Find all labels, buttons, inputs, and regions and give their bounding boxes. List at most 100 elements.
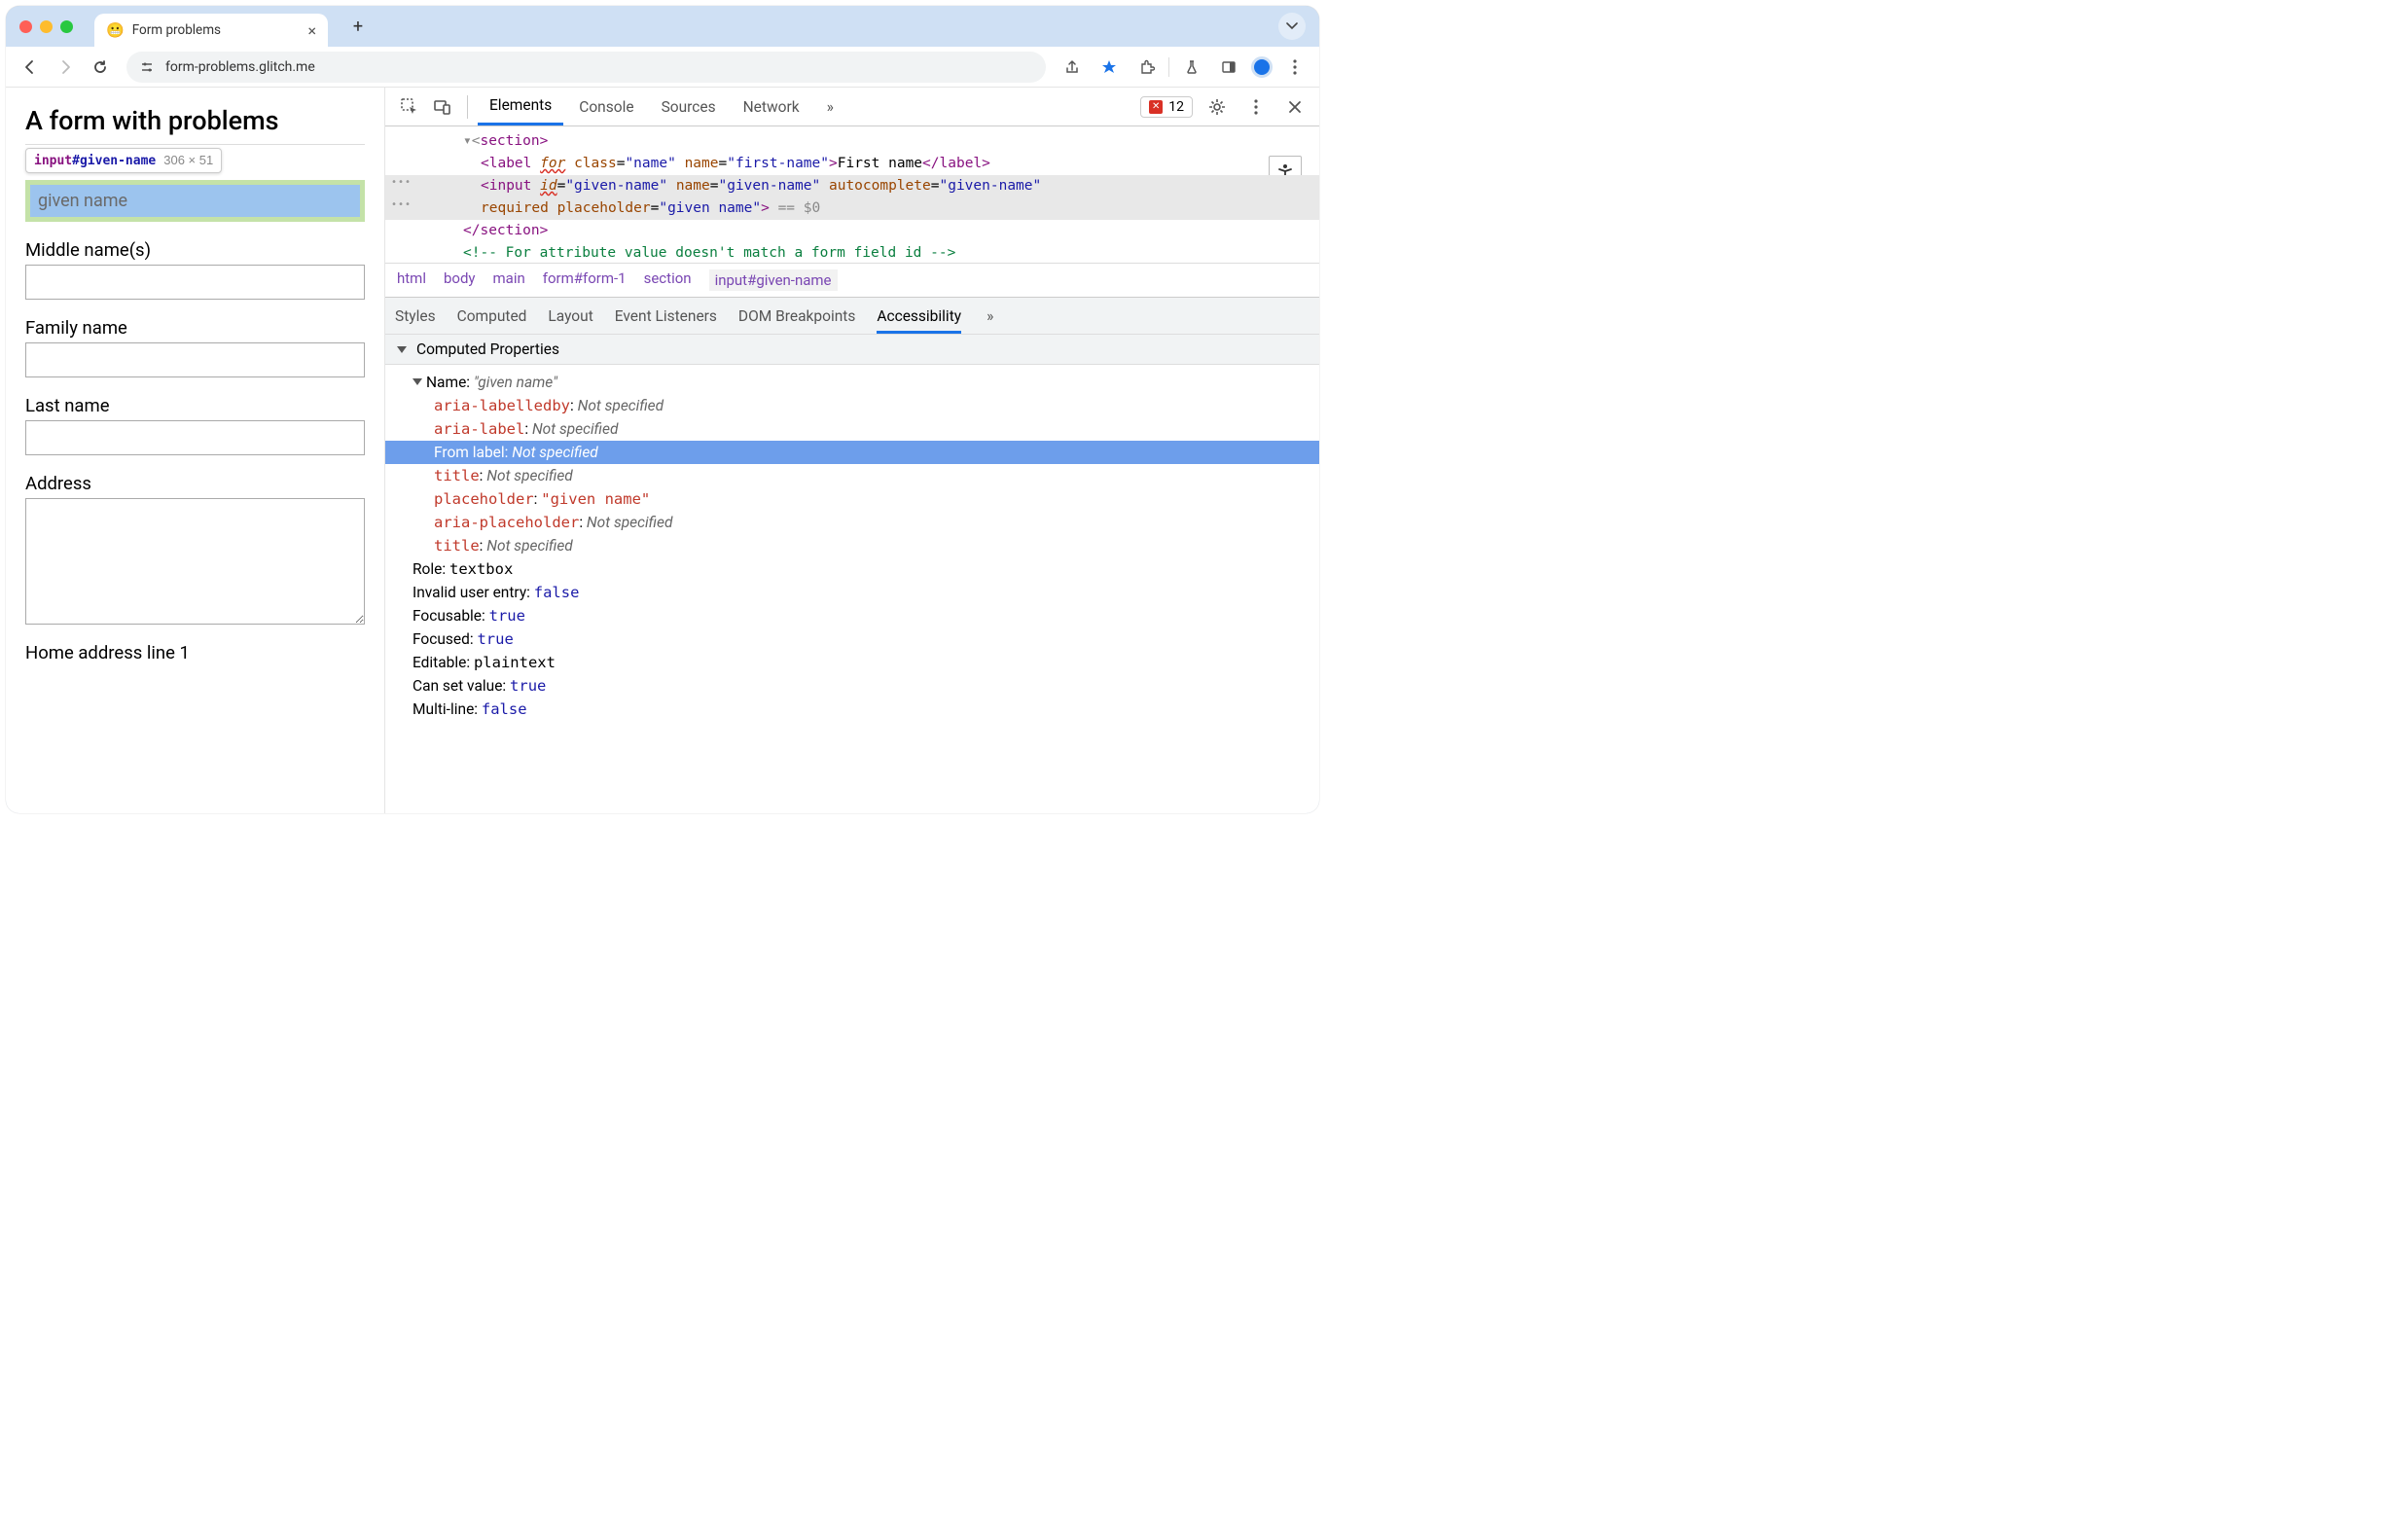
tooltip-tag: input bbox=[34, 154, 72, 168]
maximize-window-icon[interactable] bbox=[60, 20, 73, 33]
tooltip-dimensions: 306 × 51 bbox=[163, 153, 213, 167]
prop-from-label-highlighted[interactable]: From label: Not specified bbox=[385, 441, 1319, 464]
prop-title2: title: Not specified bbox=[399, 534, 1306, 557]
back-button[interactable] bbox=[16, 53, 45, 82]
error-count-badge[interactable]: ✕ 12 bbox=[1140, 96, 1193, 118]
profile-avatar[interactable] bbox=[1251, 56, 1273, 78]
browser-tab[interactable]: 😬 Form problems × bbox=[94, 14, 328, 47]
crumb-html[interactable]: html bbox=[397, 269, 426, 291]
tab-dropdown-button[interactable] bbox=[1278, 13, 1306, 40]
tab-divider bbox=[467, 95, 468, 119]
address-label: Address bbox=[25, 473, 365, 494]
code-line: </section> bbox=[385, 220, 1319, 242]
address-group: Address bbox=[25, 473, 365, 628]
family-name-input[interactable] bbox=[25, 342, 365, 377]
devtools-panel: Elements Console Sources Network » ✕ 12 bbox=[385, 88, 1319, 813]
labs-icon[interactable] bbox=[1177, 53, 1206, 82]
settings-icon[interactable] bbox=[1202, 92, 1232, 122]
tab-styles[interactable]: Styles bbox=[395, 307, 436, 325]
error-icon: ✕ bbox=[1149, 100, 1163, 114]
code-line: ▾<section> bbox=[385, 130, 1319, 153]
section-title: Computed Properties bbox=[416, 340, 559, 358]
elements-tree[interactable]: ▾<section> <label for class="name" name=… bbox=[385, 126, 1319, 263]
browser-toolbar: form-problems.glitch.me bbox=[6, 47, 1319, 88]
crumb-main[interactable]: main bbox=[493, 269, 525, 291]
content-area: A form with problems input#given-name 306… bbox=[6, 88, 1319, 813]
sidebar-tabs: Styles Computed Layout Event Listeners D… bbox=[385, 297, 1319, 334]
close-devtools-icon[interactable] bbox=[1280, 92, 1310, 122]
side-panel-icon[interactable] bbox=[1214, 53, 1243, 82]
highlighted-input[interactable]: given name bbox=[25, 180, 365, 222]
family-name-label: Family name bbox=[25, 317, 365, 339]
more-icon[interactable] bbox=[1241, 92, 1271, 122]
crumb-form[interactable]: form#form-1 bbox=[543, 269, 627, 291]
collapse-icon bbox=[413, 378, 422, 385]
code-line-selected[interactable]: <input id="given-name" name="given-name"… bbox=[385, 175, 1319, 197]
crumb-body[interactable]: body bbox=[444, 269, 476, 291]
home-address-label: Home address line 1 bbox=[25, 642, 365, 663]
tab-layout[interactable]: Layout bbox=[548, 307, 592, 325]
favicon-icon: 😬 bbox=[106, 21, 125, 39]
reload-button[interactable] bbox=[86, 53, 115, 82]
minimize-window-icon[interactable] bbox=[40, 20, 53, 33]
address-bar[interactable]: form-problems.glitch.me bbox=[126, 52, 1046, 83]
prop-aria-label: aria-label: Not specified bbox=[399, 417, 1306, 441]
forward-button[interactable] bbox=[51, 53, 80, 82]
prop-cansetvalue: Can set value: true bbox=[399, 674, 1306, 698]
browser-window: 😬 Form problems × + form-problems.glitch… bbox=[6, 6, 1319, 813]
tab-strip: 😬 Form problems × + bbox=[6, 6, 1319, 47]
last-name-input[interactable] bbox=[25, 420, 365, 455]
device-toggle-icon[interactable] bbox=[428, 92, 457, 122]
devtools-tab-bar: Elements Console Sources Network » ✕ 12 bbox=[385, 88, 1319, 126]
url-text: form-problems.glitch.me bbox=[165, 59, 315, 75]
collapse-icon bbox=[397, 346, 407, 353]
new-tab-button[interactable]: + bbox=[343, 12, 373, 41]
tab-sources[interactable]: Sources bbox=[650, 90, 728, 125]
tab-elements[interactable]: Elements bbox=[478, 88, 563, 125]
code-line-selected[interactable]: required placeholder="given name"> == $0 bbox=[385, 197, 1319, 220]
tab-overflow[interactable]: » bbox=[815, 90, 845, 125]
given-name-placeholder: given name bbox=[30, 185, 360, 217]
toolbar-divider bbox=[1168, 57, 1169, 77]
tab-event-listeners[interactable]: Event Listeners bbox=[615, 307, 717, 325]
prop-focusable: Focusable: true bbox=[399, 604, 1306, 627]
tab-accessibility[interactable]: Accessibility bbox=[877, 299, 961, 334]
last-name-label: Last name bbox=[25, 395, 365, 416]
inspect-element-icon[interactable] bbox=[395, 92, 424, 122]
section-header[interactable]: Computed Properties bbox=[385, 334, 1319, 365]
tab-dom-breakpoints[interactable]: DOM Breakpoints bbox=[738, 307, 855, 325]
tab-network[interactable]: Network bbox=[732, 90, 811, 125]
prop-title: title: Not specified bbox=[399, 464, 1306, 487]
middle-name-input[interactable] bbox=[25, 265, 365, 300]
code-line: <!-- For attribute value doesn't match a… bbox=[385, 242, 1319, 263]
page-title: A form with problems bbox=[25, 105, 365, 145]
prop-multiline: Multi-line: false bbox=[399, 698, 1306, 721]
crumb-section[interactable]: section bbox=[644, 269, 692, 291]
middle-name-group: Middle name(s) bbox=[25, 239, 365, 300]
window-controls bbox=[19, 20, 73, 33]
menu-icon[interactable] bbox=[1280, 53, 1310, 82]
tab-console[interactable]: Console bbox=[567, 90, 645, 125]
middle-name-label: Middle name(s) bbox=[25, 239, 365, 261]
crumb-input[interactable]: input#given-name bbox=[709, 269, 838, 291]
bookmark-icon[interactable] bbox=[1094, 53, 1124, 82]
tab-title: Form problems bbox=[132, 22, 221, 38]
tooltip-selector: #given-name bbox=[72, 154, 156, 168]
devtools-toolbar-right: ✕ 12 bbox=[1140, 92, 1310, 122]
prop-aria-placeholder: aria-placeholder: Not specified bbox=[399, 511, 1306, 534]
close-tab-icon[interactable]: × bbox=[307, 21, 316, 40]
last-name-group: Last name bbox=[25, 395, 365, 455]
share-icon[interactable] bbox=[1058, 53, 1087, 82]
extensions-icon[interactable] bbox=[1131, 53, 1161, 82]
sidebar-overflow[interactable]: » bbox=[987, 307, 993, 325]
tab-computed[interactable]: Computed bbox=[457, 307, 527, 325]
error-count: 12 bbox=[1168, 99, 1184, 115]
prop-invalid: Invalid user entry: false bbox=[399, 581, 1306, 604]
name-property[interactable]: Name: "given name" bbox=[399, 371, 1306, 394]
prop-role: Role: textbox bbox=[399, 557, 1306, 581]
close-window-icon[interactable] bbox=[19, 20, 32, 33]
element-inspect-tooltip: input#given-name 306 × 51 bbox=[25, 148, 222, 173]
properties-body: Name: "given name" aria-labelledby: Not … bbox=[385, 365, 1319, 731]
address-textarea[interactable] bbox=[25, 498, 365, 625]
site-settings-icon[interactable] bbox=[140, 59, 156, 75]
